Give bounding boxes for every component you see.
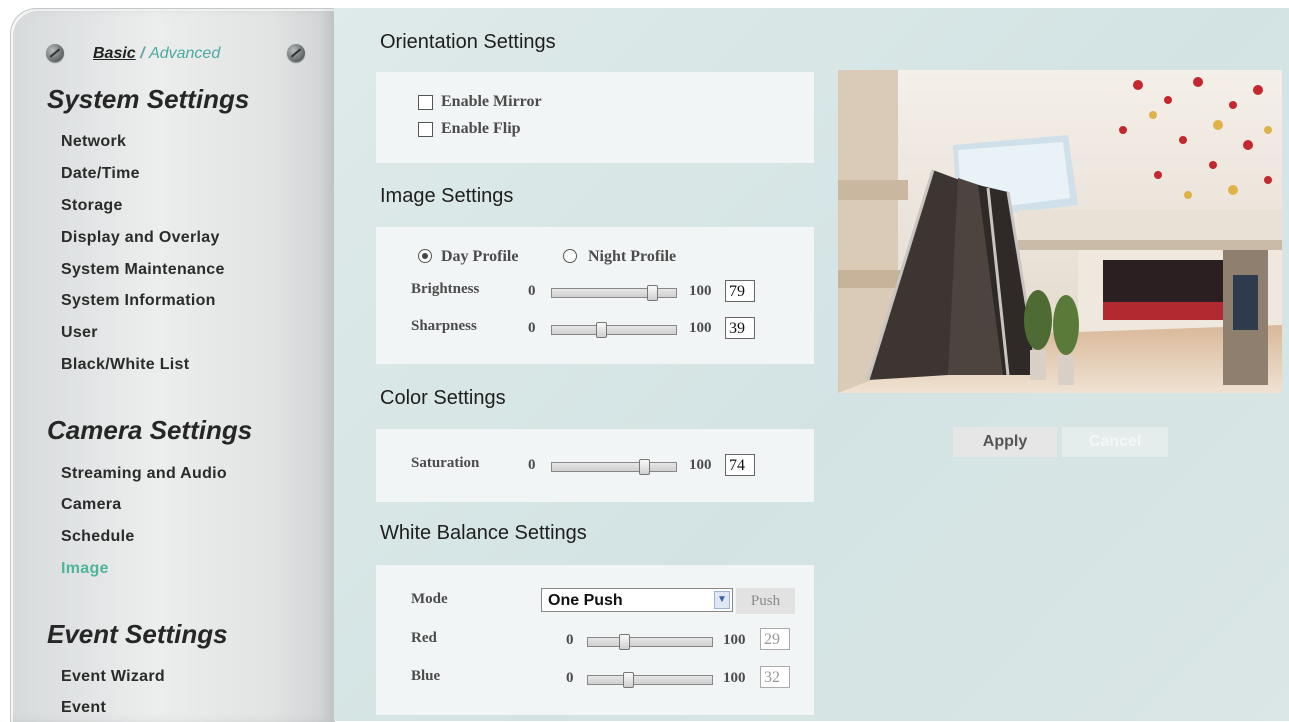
nav-item-event[interactable]: Event (61, 699, 106, 717)
nav-item-schedule[interactable]: Schedule (61, 528, 135, 546)
nav-item-streaming-audio[interactable]: Streaming and Audio (61, 465, 227, 483)
brightness-value-input[interactable]: 79 (725, 280, 755, 302)
blue-value-input[interactable]: 32 (760, 666, 790, 688)
nav-item-display-overlay[interactable]: Display and Overlay (61, 229, 220, 247)
white-balance-settings-title: White Balance Settings (380, 522, 587, 544)
sharpness-min: 0 (528, 320, 536, 336)
nav-item-camera[interactable]: Camera (61, 496, 122, 514)
red-slider-thumb[interactable] (619, 634, 630, 650)
chevron-down-icon[interactable]: ▼ (714, 591, 730, 609)
nav-item-user[interactable]: User (61, 324, 98, 342)
saturation-slider[interactable] (551, 459, 677, 475)
camera-preview-image (838, 70, 1282, 393)
nav-item-system-maintenance[interactable]: System Maintenance (61, 261, 225, 279)
advanced-mode-link[interactable]: Advanced (149, 45, 220, 62)
sharpness-value-input[interactable]: 39 (725, 317, 755, 339)
sharpness-max: 100 (689, 320, 712, 336)
red-slider[interactable] (587, 634, 713, 650)
red-min: 0 (566, 632, 574, 648)
color-settings-title: Color Settings (380, 387, 506, 409)
orientation-panel (376, 72, 814, 163)
event-settings-heading: Event Settings (47, 619, 228, 649)
nav-item-storage[interactable]: Storage (61, 197, 123, 215)
nav-item-system-information[interactable]: System Information (61, 292, 216, 310)
mode-label: Mode (411, 591, 448, 607)
blue-label: Blue (411, 668, 441, 684)
saturation-min: 0 (528, 457, 536, 473)
red-value-input[interactable]: 29 (760, 628, 790, 650)
day-profile-radio[interactable] (418, 249, 432, 263)
cancel-button[interactable]: Cancel (1062, 427, 1168, 457)
blue-max: 100 (723, 670, 746, 686)
saturation-slider-thumb[interactable] (639, 459, 650, 475)
enable-flip-checkbox[interactable] (418, 122, 433, 137)
screw-icon (287, 44, 305, 62)
day-profile-label: Day Profile (441, 248, 519, 265)
orientation-settings-title: Orientation Settings (380, 31, 556, 53)
brightness-slider[interactable] (551, 285, 677, 301)
camera-settings-heading: Camera Settings (47, 415, 253, 445)
sharpness-slider[interactable] (551, 322, 677, 338)
blue-slider[interactable] (587, 672, 713, 688)
night-profile-label: Night Profile (588, 248, 677, 265)
top-strip (334, 0, 1289, 8)
brightness-min: 0 (528, 283, 536, 299)
system-settings-heading: System Settings (47, 84, 250, 114)
sharpness-slider-thumb[interactable] (596, 322, 607, 338)
mall-scene-illustration (838, 70, 1282, 393)
white-balance-mode-select[interactable]: One Push ▼ (541, 588, 733, 612)
enable-flip-label: Enable Flip (441, 120, 521, 137)
red-label: Red (411, 630, 437, 646)
mode-switch: Basic / Advanced (93, 45, 220, 63)
brightness-slider-thumb[interactable] (647, 285, 658, 301)
sharpness-label: Sharpness (411, 318, 477, 334)
blue-slider-thumb[interactable] (623, 672, 634, 688)
nav-item-image[interactable]: Image (61, 560, 109, 578)
push-button[interactable]: Push (736, 588, 795, 614)
night-profile-radio[interactable] (563, 249, 577, 263)
nav-item-event-wizard[interactable]: Event Wizard (61, 668, 165, 686)
saturation-label: Saturation (411, 455, 480, 471)
brightness-label: Brightness (411, 281, 480, 297)
mode-separator: / (140, 45, 145, 62)
blue-min: 0 (566, 670, 574, 686)
enable-mirror-checkbox[interactable] (418, 95, 433, 110)
nav-item-network[interactable]: Network (61, 133, 126, 151)
brightness-max: 100 (689, 283, 712, 299)
saturation-max: 100 (689, 457, 712, 473)
apply-button[interactable]: Apply (953, 427, 1057, 457)
nav-item-date-time[interactable]: Date/Time (61, 165, 140, 183)
basic-mode-link[interactable]: Basic (93, 45, 136, 62)
red-max: 100 (723, 632, 746, 648)
screw-icon (46, 44, 64, 62)
saturation-value-input[interactable]: 74 (725, 454, 755, 476)
enable-mirror-label: Enable Mirror (441, 93, 542, 110)
nav-item-black-white-list[interactable]: Black/White List (61, 356, 189, 374)
image-settings-title: Image Settings (380, 185, 514, 207)
mode-select-value: One Push (548, 592, 623, 609)
mode-toggle: Basic / Advanced (41, 44, 311, 68)
